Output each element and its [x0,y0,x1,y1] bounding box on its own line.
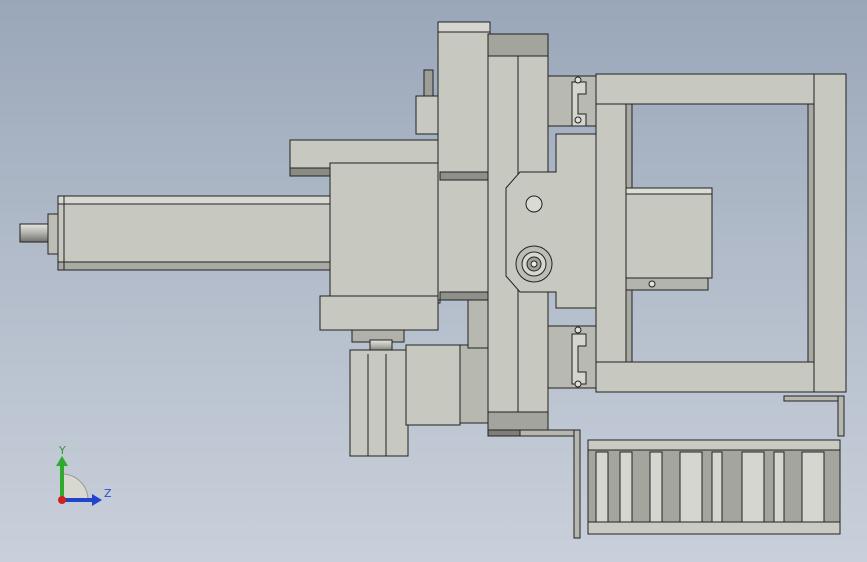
axis-y-label: Y [58,444,66,457]
sensor-box [625,187,713,291]
top-pin [415,69,439,135]
central-body [319,162,441,353]
drag-chain [587,439,841,535]
linear-guide-lower [547,325,597,389]
left-vertical-plate [437,21,491,301]
cad-model[interactable]: Y Z [0,0,867,562]
axis-triad: Y Z [56,444,112,506]
cad-viewport[interactable]: Y Z [0,0,867,562]
axis-z-label: Z [104,487,112,500]
linear-guide-upper [547,75,597,127]
actuator-tube [19,195,331,271]
